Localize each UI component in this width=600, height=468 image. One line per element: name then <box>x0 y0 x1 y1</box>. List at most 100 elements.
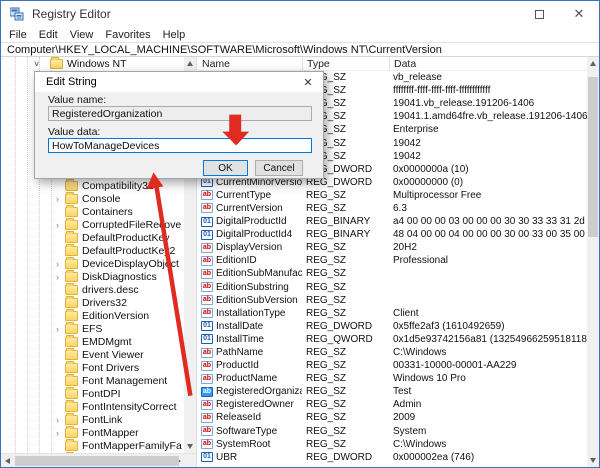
value-row[interactable]: ab PathName REG_SZ C:\Windows <box>198 346 587 359</box>
tree-node[interactable]: › DiskDiagnostics <box>1 270 184 283</box>
value-type-icon: 01 <box>201 321 213 331</box>
scroll-left-icon[interactable] <box>1 454 13 467</box>
horizontal-scroll-thumb[interactable] <box>15 456 179 466</box>
tree-node-label: EMDMgmt <box>82 336 132 348</box>
value-name: SoftwareType <box>216 426 277 437</box>
value-row[interactable]: 01 UBR REG_DWORD 0x000002ea (746) <box>198 451 587 464</box>
value-data: 0x00000000 (0) <box>389 177 587 188</box>
tree-node-label: FontMapper <box>82 427 139 439</box>
registry-editor-app-icon <box>10 7 24 21</box>
tree-node[interactable]: › drivers.desc <box>1 283 184 296</box>
menu-item[interactable]: View <box>64 29 100 41</box>
menu-item[interactable]: Favorites <box>99 29 156 41</box>
tree-node[interactable]: › Font Management <box>1 374 184 387</box>
value-row[interactable]: ab InstallationType REG_SZ Client <box>198 307 587 320</box>
tree-node-label: Console <box>82 193 121 205</box>
value-data: Multiprocessor Free <box>389 190 587 201</box>
tree-node[interactable]: › DefaultProductKey2 <box>1 244 184 257</box>
address-bar[interactable]: Computer\HKEY_LOCAL_MACHINE\SOFTWARE\Mic… <box>1 42 599 57</box>
scroll-up-icon[interactable] <box>587 57 599 70</box>
tree-horizontal-scrollbar[interactable] <box>1 453 196 467</box>
value-row[interactable]: ab ProductId REG_SZ 00331-10000-00001-AA… <box>198 359 587 372</box>
dialog-close-icon[interactable]: ✕ <box>293 76 323 89</box>
value-row[interactable]: 01 InstallDate REG_DWORD 0x5ffe2af3 (161… <box>198 320 587 333</box>
value-row[interactable]: ab DisplayVersion REG_SZ 20H2 <box>198 241 587 254</box>
list-vertical-scrollbar[interactable] <box>587 57 599 467</box>
value-name-input[interactable]: RegisteredOrganization <box>48 106 312 121</box>
column-header-name[interactable]: Name <box>198 57 302 70</box>
tree-node-windows-nt[interactable]: ˅ Windows NT <box>1 57 127 71</box>
chevron-collapsed-icon[interactable]: › <box>56 428 65 438</box>
value-name: DigitalProductId <box>216 216 287 227</box>
value-row[interactable]: ab RegisteredOrganization REG_SZ Test <box>198 385 587 398</box>
value-name: CurrentType <box>216 190 271 201</box>
chevron-collapsed-icon[interactable]: › <box>56 415 65 425</box>
chevron-collapsed-icon[interactable]: › <box>56 194 65 204</box>
value-data: C:\Windows <box>389 439 587 450</box>
close-button[interactable]: ✕ <box>559 1 599 27</box>
tree-node[interactable]: › Drivers32 <box>1 296 184 309</box>
tree-node-label: Windows NT <box>67 58 127 70</box>
value-type: REG_SZ <box>302 308 389 319</box>
menu-item[interactable]: Help <box>157 29 192 41</box>
value-type-icon: ab <box>201 439 213 449</box>
tree-node[interactable]: › Console <box>1 192 184 205</box>
tree-node[interactable]: › Font Drivers <box>1 361 184 374</box>
tree-node[interactable]: › FontMapper <box>1 426 184 439</box>
value-type-icon: 01 <box>201 334 213 344</box>
chevron-collapsed-icon[interactable]: › <box>56 324 65 334</box>
value-row[interactable]: 01 DigitalProductId4 REG_BINARY 48 04 00… <box>198 228 587 241</box>
maximize-button[interactable] <box>519 1 559 27</box>
column-header-type[interactable]: Type <box>302 57 389 70</box>
cancel-button[interactable]: Cancel <box>255 160 303 176</box>
chevron-collapsed-icon[interactable]: › <box>56 220 65 230</box>
scroll-up-icon[interactable] <box>184 57 196 70</box>
tree-node[interactable]: › FontMapperFamilyFa <box>1 439 184 452</box>
menu-bar: File Edit View Favorites Help <box>1 27 599 42</box>
chevron-collapsed-icon[interactable]: › <box>56 272 65 282</box>
tree-node[interactable]: › EditionVersion <box>1 309 184 322</box>
value-row[interactable]: ab ProductName REG_SZ Windows 10 Pro <box>198 372 587 385</box>
value-data: 48 04 00 00 04 00 00 00 30 00 33 00 35 0… <box>389 229 587 240</box>
column-header-data[interactable]: Data <box>389 57 587 70</box>
tree-node[interactable]: › EMDMgmt <box>1 335 184 348</box>
menu-item[interactable]: File <box>1 29 33 41</box>
tree-node[interactable]: › DefaultProductKey <box>1 231 184 244</box>
value-type-icon: ab <box>201 256 213 266</box>
tree-node[interactable]: › Containers <box>1 205 184 218</box>
menu-item[interactable]: Edit <box>33 29 64 41</box>
value-type-icon: 01 <box>201 217 213 227</box>
value-name: DisplayVersion <box>216 242 282 253</box>
tree-node[interactable]: › DeviceDisplayObject <box>1 257 184 270</box>
value-row[interactable]: ab EditionSubstring REG_SZ <box>198 281 587 294</box>
scroll-down-icon[interactable] <box>184 440 196 453</box>
value-row[interactable]: ab CurrentType REG_SZ Multiprocessor Fre… <box>198 189 587 202</box>
tree-node[interactable]: › FontDPI <box>1 387 184 400</box>
value-row[interactable]: ab EditionID REG_SZ Professional <box>198 254 587 267</box>
value-data: 0x0000000a (10) <box>389 164 587 175</box>
value-data-input[interactable]: HowToManageDevices <box>48 138 312 153</box>
value-row[interactable]: ab EditionSubVersion REG_SZ <box>198 294 587 307</box>
value-row[interactable]: 01 InstallTime REG_QWORD 0x1d5e93742156a… <box>198 333 587 346</box>
value-row[interactable]: ab CurrentVersion REG_SZ 6.3 <box>198 202 587 215</box>
ok-button[interactable]: OK <box>203 160 248 176</box>
value-row[interactable]: ab EditionSubManufacturer REG_SZ <box>198 267 587 280</box>
value-name: InstallationType <box>216 308 286 319</box>
folder-icon <box>65 272 78 282</box>
value-row[interactable]: ab SystemRoot REG_SZ C:\Windows <box>198 438 587 451</box>
tree-node[interactable]: › FontLink <box>1 413 184 426</box>
tree-node[interactable]: › Event Viewer <box>1 348 184 361</box>
tree-node[interactable]: › Compatibility32 <box>1 179 184 192</box>
chevron-collapsed-icon[interactable]: › <box>56 259 65 269</box>
tree-node[interactable]: › FontIntensityCorrect <box>1 400 184 413</box>
scroll-down-icon[interactable] <box>587 454 599 467</box>
tree-node[interactable]: › EFS <box>1 322 184 335</box>
value-row[interactable]: ab ReleaseId REG_SZ 2009 <box>198 411 587 424</box>
tree-node[interactable]: › CorruptedFileRecove <box>1 218 184 231</box>
value-data: 19042 <box>389 151 587 162</box>
value-row[interactable]: 01 DigitalProductId REG_BINARY a4 00 00 … <box>198 215 587 228</box>
value-row[interactable]: ab RegisteredOwner REG_SZ Admin <box>198 398 587 411</box>
chevron-expanded-icon[interactable]: ˅ <box>34 59 44 69</box>
value-row[interactable]: ab SoftwareType REG_SZ System <box>198 425 587 438</box>
vertical-scroll-thumb[interactable] <box>588 77 598 237</box>
